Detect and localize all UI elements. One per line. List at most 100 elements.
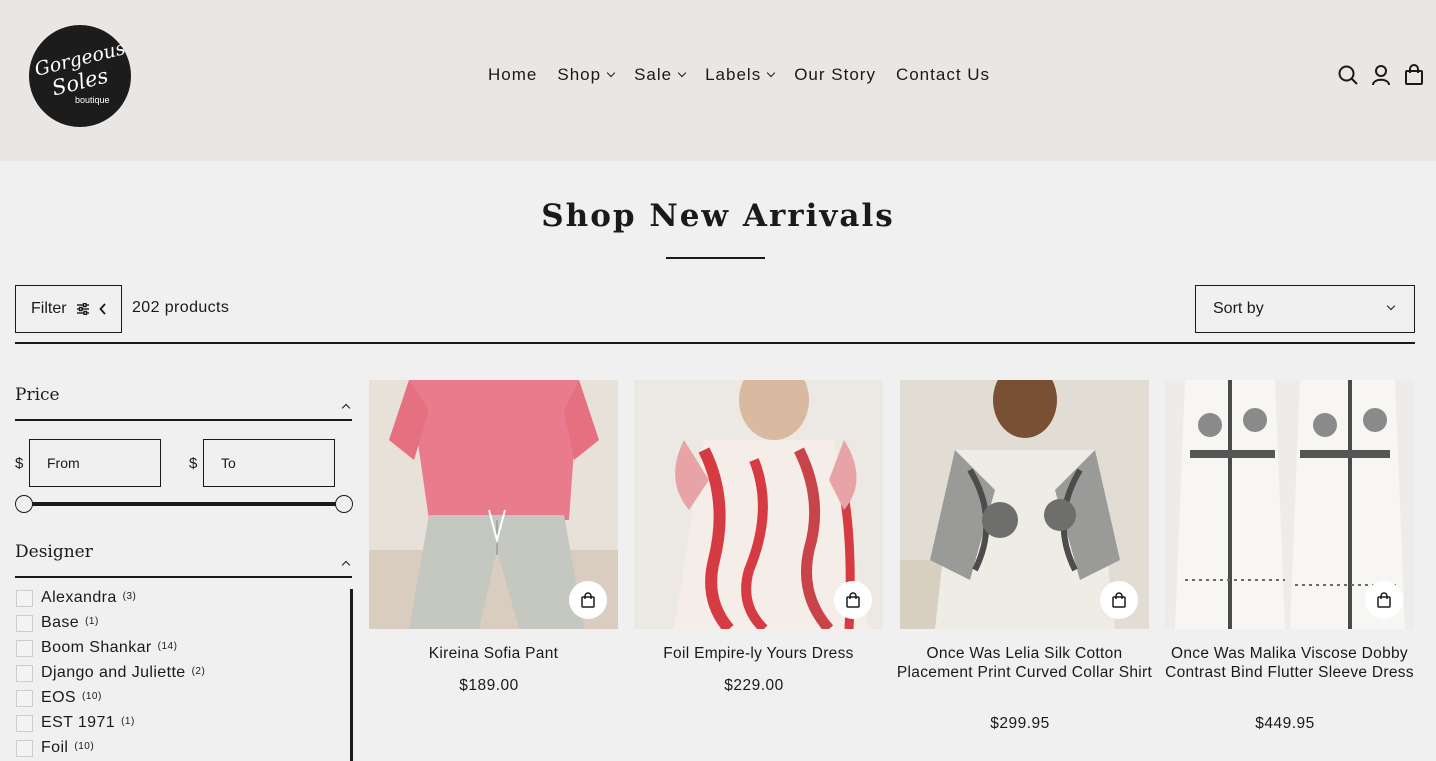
nav-our-story-label: Our Story [794, 65, 876, 84]
price-from-input[interactable] [29, 439, 161, 487]
product-price: $299.95 [990, 715, 1050, 732]
designer-option[interactable]: Alexandra (3) [15, 588, 136, 608]
sort-by-select[interactable]: Sort by [1195, 285, 1415, 333]
price-to-input[interactable] [203, 439, 335, 487]
price-facet-title[interactable]: Price [15, 385, 60, 405]
designer-name: EOS [41, 689, 76, 706]
product-count: 202 products [132, 299, 230, 316]
nav-shop-label: Shop [557, 65, 602, 84]
product-image[interactable] [1165, 380, 1414, 629]
price-range-track [24, 502, 344, 506]
price-range-min-handle[interactable] [15, 495, 33, 513]
designer-option[interactable]: EST 1971 (1) [15, 713, 135, 733]
main-nav: Home Shop Sale Labels Our Story Contact … [478, 62, 1000, 88]
designer-count: (10) [82, 691, 102, 702]
store-logo[interactable]: Gorgeous Soles boutique [29, 25, 131, 127]
checkbox[interactable] [16, 714, 33, 732]
sort-label: Sort by [1213, 300, 1264, 317]
product-title[interactable]: Once Was Lelia Silk Cotton Placement Pri… [890, 644, 1159, 682]
site-header: Gorgeous Soles boutique Home Shop Sale L… [0, 0, 1436, 161]
page-title: Shop New Arrivals [541, 198, 895, 234]
designer-count: (3) [122, 591, 137, 602]
header-icons [1338, 64, 1424, 86]
designer-option[interactable]: Django and Juliette (2) [15, 663, 205, 683]
designer-name: EST 1971 [41, 714, 116, 731]
checkbox[interactable] [16, 589, 33, 607]
designer-name: Django and Juliette [41, 664, 186, 681]
checkbox[interactable] [16, 614, 33, 632]
quick-add-button[interactable] [1365, 581, 1403, 619]
designer-name: Boom Shankar [41, 639, 152, 656]
product-title[interactable]: Foil Empire-ly Yours Dress [624, 644, 893, 663]
logo-line-3: boutique [75, 95, 110, 105]
chevron-down-icon [766, 68, 776, 78]
product-card[interactable]: Foil Empire-ly Yours Dress $229.00 [634, 380, 883, 694]
product-price: $189.00 [459, 677, 519, 694]
price-facet-divider [15, 419, 352, 421]
sliders-icon [76, 303, 89, 315]
title-divider [666, 257, 765, 259]
nav-sale-label: Sale [634, 65, 673, 84]
checkbox[interactable] [16, 664, 33, 682]
currency-symbol: $ [15, 455, 24, 472]
account-icon[interactable] [1371, 64, 1391, 86]
designer-facet-title[interactable]: Designer [15, 542, 93, 562]
product-image[interactable] [634, 380, 883, 629]
nav-contact-label: Contact Us [895, 65, 991, 84]
designer-count: (14) [157, 641, 178, 652]
nav-home-label: Home [488, 65, 538, 84]
chevron-up-icon[interactable] [341, 560, 351, 570]
designer-facet-divider [15, 576, 352, 578]
toolbar-divider [15, 342, 1415, 344]
checkbox[interactable] [16, 639, 33, 657]
chevron-up-icon[interactable] [341, 403, 351, 413]
chevron-down-icon [606, 68, 616, 78]
product-card[interactable]: Once Was Malika Viscose Dobby Contrast B… [1165, 380, 1414, 732]
price-range-max-handle[interactable] [335, 495, 353, 513]
nav-contact-us[interactable]: Contact Us [896, 65, 990, 85]
nav-home[interactable]: Home [488, 65, 537, 85]
product-image[interactable] [900, 380, 1149, 629]
designer-count: (10) [74, 741, 95, 752]
designer-count: (1) [85, 616, 99, 627]
filter-toggle-button[interactable]: Filter [15, 285, 122, 333]
designer-option[interactable]: Foil (10) [15, 738, 94, 758]
cart-icon[interactable] [1404, 64, 1424, 86]
product-image[interactable] [369, 380, 618, 629]
shopping-bag-icon [846, 592, 860, 608]
designer-count: (1) [121, 716, 135, 727]
product-price: $229.00 [724, 677, 784, 694]
designer-count: (2) [191, 666, 206, 677]
checkbox[interactable] [16, 689, 33, 707]
product-title[interactable]: Kireina Sofia Pant [359, 644, 628, 663]
nav-our-story[interactable]: Our Story [794, 65, 876, 85]
product-card[interactable]: Kireina Sofia Pant $189.00 [369, 380, 618, 694]
designer-name: Alexandra [41, 589, 117, 606]
chevron-down-icon [677, 68, 687, 78]
product-title[interactable]: Once Was Malika Viscose Dobby Contrast B… [1155, 644, 1424, 682]
product-card[interactable]: Once Was Lelia Silk Cotton Placement Pri… [897, 380, 1152, 732]
designer-list-scrollbar[interactable] [350, 589, 353, 761]
designer-list: Alexandra (3) Base (1) Boom Shankar (14) Dj… [15, 588, 355, 761]
nav-sale[interactable]: Sale [634, 65, 687, 85]
currency-symbol: $ [189, 455, 198, 472]
designer-option[interactable]: Base (1) [15, 613, 99, 633]
nav-labels-label: Labels [705, 65, 762, 84]
nav-shop[interactable]: Shop [557, 65, 616, 85]
chevron-down-icon [1386, 301, 1396, 311]
shopping-bag-icon [1377, 592, 1391, 608]
filter-label: Filter [31, 300, 67, 317]
designer-option[interactable]: EOS (10) [15, 688, 102, 708]
shopping-bag-icon [1112, 592, 1126, 608]
shopping-bag-icon [581, 592, 595, 608]
product-price: $449.95 [1255, 715, 1315, 732]
designer-option[interactable]: Boom Shankar (14) [15, 638, 177, 658]
quick-add-button[interactable] [834, 581, 872, 619]
chevron-left-icon [98, 303, 106, 315]
nav-labels[interactable]: Labels [705, 65, 776, 85]
search-icon[interactable] [1338, 64, 1358, 86]
quick-add-button[interactable] [569, 581, 607, 619]
quick-add-button[interactable] [1100, 581, 1138, 619]
designer-name: Base [41, 614, 80, 631]
checkbox[interactable] [16, 739, 33, 757]
